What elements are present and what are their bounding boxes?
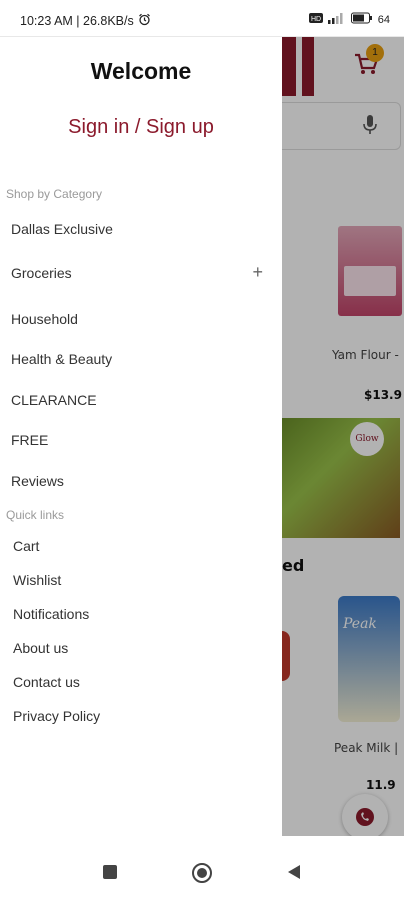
status-time-speed: 10:23 AM | 26.8KB/s [20, 14, 134, 28]
quick-links-header: Quick links [6, 508, 65, 522]
quick-link-wishlist[interactable]: Wishlist [13, 572, 273, 588]
navigation-drawer: Welcome Sign in / Sign up Shop by Catego… [0, 36, 282, 836]
category-dallas-exclusive[interactable]: Dallas Exclusive [11, 221, 271, 237]
category-free[interactable]: FREE [11, 432, 271, 448]
quick-link-about-us[interactable]: About us [13, 640, 273, 656]
back-button[interactable] [286, 864, 302, 884]
battery-icon [350, 12, 373, 27]
quick-link-privacy-policy[interactable]: Privacy Policy [13, 708, 273, 724]
status-right: HD 64 [308, 12, 390, 27]
back-icon [288, 865, 300, 879]
category-header: Shop by Category [6, 187, 103, 201]
system-nav-bar [0, 836, 404, 900]
expand-plus-icon[interactable]: + [252, 262, 263, 283]
sign-in-link[interactable]: Sign in / Sign up [0, 116, 282, 139]
quick-link-contact-us[interactable]: Contact us [13, 674, 273, 690]
svg-text:HD: HD [311, 16, 321, 23]
category-household[interactable]: Household [11, 311, 271, 327]
quick-link-notifications[interactable]: Notifications [13, 606, 273, 622]
category-groceries-label: Groceries [11, 265, 72, 281]
status-bar: 10:23 AM | 26.8KB/s HD 64 [0, 0, 404, 37]
category-reviews[interactable]: Reviews [11, 473, 271, 489]
category-groceries[interactable]: Groceries + [11, 262, 271, 283]
alarm-icon [138, 13, 151, 29]
signal-icon [327, 12, 346, 27]
category-health-beauty[interactable]: Health & Beauty [11, 351, 271, 367]
recent-apps-icon [103, 865, 117, 879]
status-left: 10:23 AM | 26.8KB/s [20, 13, 151, 29]
battery-percent: 64 [377, 13, 390, 26]
drawer-title: Welcome [90, 58, 192, 84]
quick-link-cart[interactable]: Cart [13, 538, 273, 554]
home-icon [192, 863, 212, 883]
category-clearance[interactable]: CLEARANCE [11, 392, 271, 408]
recent-apps-button[interactable] [102, 864, 118, 884]
volte-icon: HD [308, 12, 323, 27]
home-button[interactable] [191, 862, 213, 888]
